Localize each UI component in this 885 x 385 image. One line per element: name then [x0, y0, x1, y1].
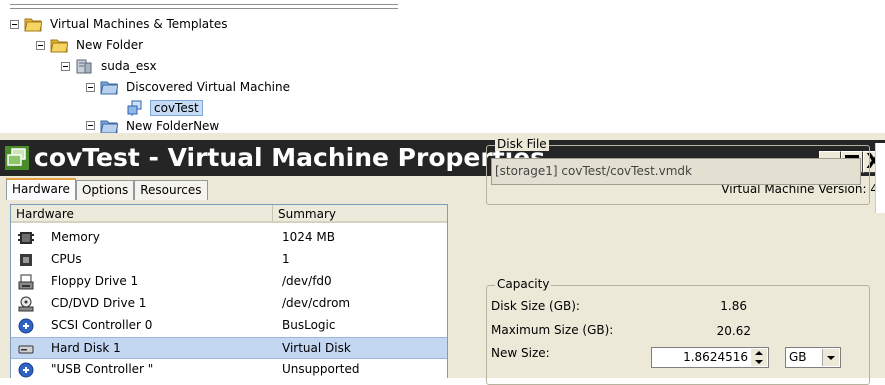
hardware-row-floppy[interactable]: Floppy Drive 1 /dev/fd0	[11, 271, 447, 293]
collapse-toggle-icon[interactable]	[86, 82, 95, 92]
column-header-summary[interactable]: Summary	[273, 205, 447, 223]
cd-dvd-drive-icon	[18, 296, 34, 312]
vm-properties-window: covTest - Virtual Machine Properties X H…	[0, 133, 885, 385]
collapse-toggle-icon[interactable]	[86, 121, 95, 130]
capacity-group: Capacity Disk Size (GB): 1.86 Maximum Si…	[486, 277, 870, 385]
tree-item-new-foldernew[interactable]: New FolderNew	[86, 118, 221, 133]
window-title: covTest - Virtual Machine Properties	[34, 143, 546, 172]
cpu-icon	[20, 254, 32, 266]
usb-controller-icon	[18, 362, 34, 378]
unit-value: GB	[789, 350, 807, 364]
new-size-label: New Size:	[491, 346, 550, 360]
tree-item-new-folder[interactable]: New Folder	[36, 36, 145, 54]
new-size-value: 1.8624516	[683, 350, 748, 364]
hardware-name: Floppy Drive 1	[51, 274, 139, 288]
floppy-drive-icon	[18, 274, 34, 290]
hardware-summary: BusLogic	[282, 318, 336, 332]
tree-item-label: Virtual Machines & Templates	[50, 17, 228, 31]
scsi-controller-icon	[18, 318, 34, 334]
hardware-list: Hardware Summary Memory 1024 MB CPUs 1 F…	[10, 204, 448, 378]
hardware-summary: /dev/cdrom	[282, 296, 351, 310]
hardware-name: "USB Controller "	[51, 362, 154, 376]
inventory-tree: Virtual Machines & Templates New Folder …	[0, 0, 885, 133]
scrollbar[interactable]	[875, 143, 885, 213]
disk-file-group: Disk File [storage1] covTest/covTest.vmd…	[486, 137, 870, 205]
column-header-hardware[interactable]: Hardware	[11, 205, 273, 223]
maximum-size-label: Maximum Size (GB):	[491, 323, 614, 337]
tree-item-label: covTest	[150, 100, 203, 116]
hardware-summary: Virtual Disk	[282, 341, 351, 355]
disk-size-label: Disk Size (GB):	[491, 299, 580, 313]
tab-strip: Hardware Options Resources	[6, 178, 208, 200]
collapse-toggle-icon[interactable]	[36, 40, 45, 50]
hardware-row-memory[interactable]: Memory 1024 MB	[11, 227, 447, 249]
hardware-name: Hard Disk 1	[51, 341, 121, 355]
tree-item-vms-templates[interactable]: Virtual Machines & Templates	[10, 15, 230, 33]
tree-item-label: suda_esx	[101, 59, 157, 73]
folder-icon	[50, 39, 68, 53]
hardware-row-usb[interactable]: "USB Controller " Unsupported	[11, 359, 447, 378]
virtual-machine-icon	[5, 146, 29, 170]
chevron-down-icon[interactable]	[822, 349, 839, 366]
memory-icon	[18, 232, 34, 244]
folder-icon	[100, 81, 118, 95]
tree-item-label: New Folder	[76, 38, 144, 52]
tab-resources[interactable]: Resources	[134, 180, 208, 200]
hardware-summary: /dev/fd0	[282, 274, 332, 288]
tree-top-divider	[10, 8, 398, 9]
disk-size-value: 1.86	[720, 299, 747, 313]
hardware-row-cpus[interactable]: CPUs 1	[11, 249, 447, 271]
maximum-size-value: 20.62	[716, 324, 751, 338]
tab-options[interactable]: Options	[75, 180, 135, 200]
virtual-machine-icon	[127, 100, 142, 116]
tree-item-covtest[interactable]: covTest	[126, 99, 203, 117]
hardware-summary: 1	[282, 252, 290, 266]
disk-file-path-field: [storage1] covTest/covTest.vmdk	[491, 158, 861, 185]
folder-icon	[100, 120, 118, 133]
host-server-icon	[76, 59, 92, 74]
hardware-summary: Unsupported	[282, 362, 360, 376]
spinner-arrows-icon[interactable]	[751, 349, 767, 366]
folder-icon	[24, 18, 42, 32]
tree-item-discovered-vm[interactable]: Discovered Virtual Machine	[86, 78, 292, 96]
tab-hardware[interactable]: Hardware	[6, 178, 76, 200]
tree-item-suda-esx[interactable]: suda_esx	[61, 57, 159, 75]
tree-top-divider	[10, 4, 398, 5]
hardware-summary: 1024 MB	[282, 230, 335, 244]
capacity-title: Capacity	[495, 277, 552, 291]
hard-disk-icon	[18, 345, 34, 354]
unit-select[interactable]: GB	[785, 347, 841, 368]
hardware-name: CD/DVD Drive 1	[51, 296, 147, 310]
tree-item-label: New FolderNew	[126, 118, 220, 133]
hardware-name: Memory	[51, 230, 100, 244]
hardware-row-cd-dvd[interactable]: CD/DVD Drive 1 /dev/cdrom	[11, 293, 447, 315]
tree-item-label: Discovered Virtual Machine	[126, 80, 290, 94]
collapse-toggle-icon[interactable]	[61, 61, 70, 71]
hardware-name: SCSI Controller 0	[51, 318, 153, 332]
new-size-input[interactable]: 1.8624516	[651, 347, 769, 368]
hardware-name: CPUs	[51, 252, 82, 266]
disk-file-title: Disk File	[495, 137, 549, 151]
hardware-row-scsi[interactable]: SCSI Controller 0 BusLogic	[11, 315, 447, 337]
collapse-toggle-icon[interactable]	[10, 19, 19, 29]
hardware-row-hard-disk[interactable]: Hard Disk 1 Virtual Disk	[11, 337, 447, 359]
